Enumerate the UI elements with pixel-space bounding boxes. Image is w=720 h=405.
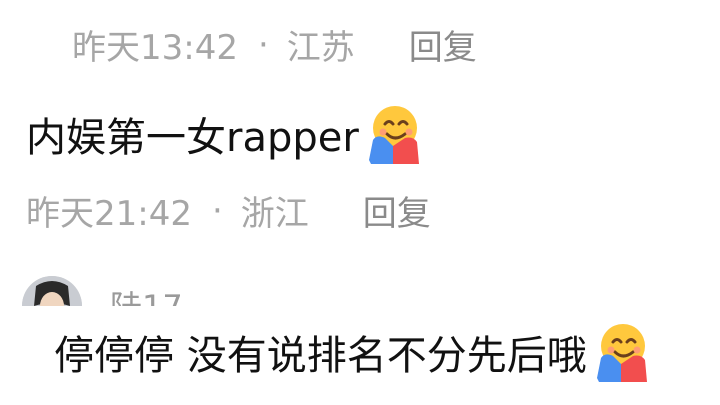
meta-separator: · (211, 190, 223, 231)
caption-text: 停停停 没有说排名不分先后哦 (54, 333, 587, 379)
reply-button[interactable]: 回复 (409, 20, 477, 69)
comment-time: 昨天21:42 (26, 194, 192, 234)
video-caption: 停停停 没有说排名不分先后哦 (0, 306, 720, 405)
hugging-face-icon (359, 102, 423, 166)
comment-text: 内娱第一女rapper (26, 115, 359, 161)
comment-meta-row: 昨天13:42 · 江苏 回复 (72, 20, 477, 69)
comment-location: 江苏 (286, 28, 355, 68)
comment-location: 浙江 (240, 194, 309, 234)
meta-separator: · (257, 24, 269, 65)
comment-meta-row: 昨天21:42 · 浙江 回复 (26, 186, 431, 235)
hugging-face-icon (587, 320, 651, 384)
comment-time: 昨天13:42 (72, 28, 238, 68)
comment-text-row: 内娱第一女rapper (26, 102, 423, 166)
reply-button[interactable]: 回复 (363, 186, 431, 235)
